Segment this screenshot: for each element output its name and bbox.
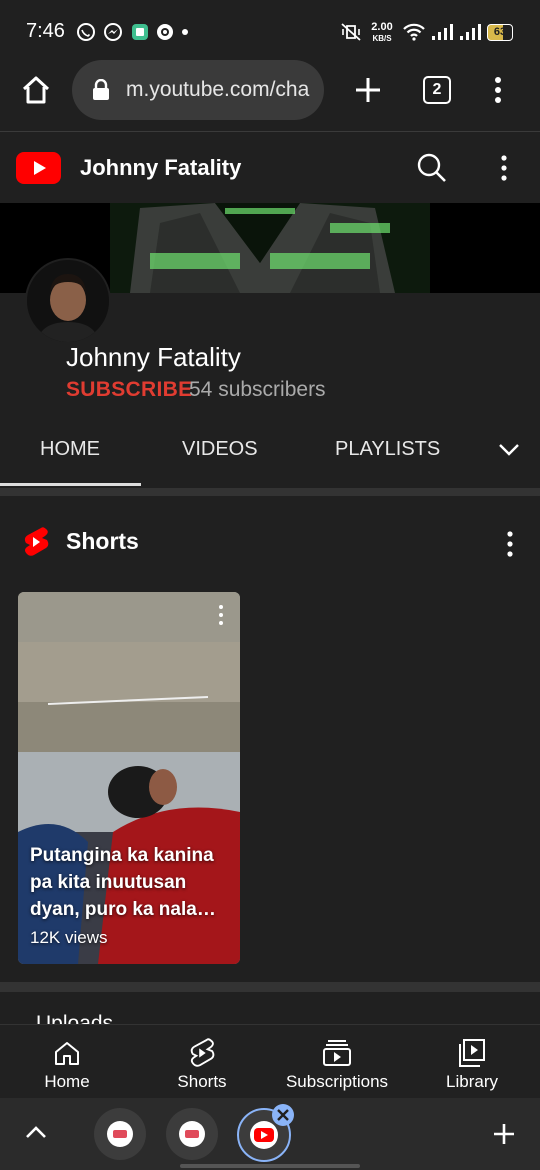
signal-sim2-icon bbox=[460, 24, 481, 40]
subscriber-count: 54 subscribers bbox=[189, 378, 326, 401]
site-favicon-icon bbox=[107, 1121, 133, 1147]
youtube-logo-icon[interactable] bbox=[16, 152, 61, 184]
section-separator bbox=[0, 982, 540, 992]
yt-bottom-nav: Home Shorts Subscriptions Library bbox=[0, 1024, 540, 1099]
avatar-image bbox=[27, 260, 109, 342]
toolbar-divider bbox=[0, 131, 540, 132]
url-bar[interactable]: m.youtube.com/cha bbox=[72, 60, 324, 120]
yt-menu-icon[interactable] bbox=[494, 153, 514, 183]
nav-home[interactable]: Home bbox=[17, 1025, 117, 1099]
nav-subscriptions-label: Subscriptions bbox=[285, 1072, 389, 1091]
nav-subscriptions-icon bbox=[323, 1040, 351, 1066]
network-speed: 2.00 KB/S bbox=[369, 22, 395, 44]
shorts-section-title: Shorts bbox=[66, 528, 139, 554]
home-icon[interactable] bbox=[20, 74, 52, 106]
shorts-section-menu-icon[interactable] bbox=[500, 529, 520, 559]
nav-home-label: Home bbox=[44, 1072, 90, 1091]
tab-home[interactable]: HOME bbox=[40, 438, 100, 461]
shorts-logo-icon bbox=[24, 527, 49, 556]
nav-library-icon bbox=[459, 1039, 485, 1067]
battery-indicator: 63 bbox=[487, 24, 513, 41]
nav-subscriptions[interactable]: Subscriptions bbox=[277, 1025, 397, 1099]
chevron-up-icon[interactable] bbox=[24, 1122, 48, 1142]
tab-playlists[interactable]: PLAYLISTS bbox=[335, 438, 440, 461]
header-channel-title: Johnny Fatality bbox=[80, 155, 242, 180]
signal-sim1-icon bbox=[432, 24, 453, 40]
network-speed-unit: KB/S bbox=[372, 34, 392, 43]
status-time: 7:46 bbox=[26, 20, 65, 42]
camera-app-icon bbox=[157, 24, 173, 40]
section-separator bbox=[0, 488, 540, 496]
nav-shorts-label: Shorts bbox=[177, 1072, 227, 1091]
lock-icon bbox=[93, 79, 109, 100]
close-tab-icon[interactable] bbox=[271, 1103, 295, 1127]
nav-library-label: Library bbox=[446, 1072, 498, 1091]
tab-bubble-1[interactable] bbox=[94, 1108, 146, 1160]
browser-menu-icon[interactable] bbox=[488, 75, 508, 105]
active-tab-indicator bbox=[0, 483, 141, 486]
messenger-icon bbox=[104, 23, 122, 41]
browser-tab-strip bbox=[0, 1098, 540, 1170]
channel-avatar[interactable] bbox=[25, 258, 111, 344]
nav-library[interactable]: Library bbox=[422, 1025, 522, 1099]
short-menu-icon[interactable] bbox=[216, 604, 226, 626]
vibrate-mute-icon bbox=[341, 23, 361, 41]
chevron-down-icon[interactable] bbox=[498, 441, 520, 457]
short-title: Putangina ka kanina pa kita inuutusan dy… bbox=[30, 845, 216, 920]
tab-switcher-button[interactable]: 2 bbox=[423, 76, 451, 104]
nav-shorts-icon bbox=[190, 1038, 215, 1067]
short-video-card[interactable]: Putangina ka kanina pa kita inuutusan dy… bbox=[18, 592, 240, 964]
channel-name: Johnny Fatality bbox=[66, 342, 241, 372]
short-views: 12K views bbox=[30, 928, 108, 947]
home-indicator bbox=[180, 1164, 360, 1168]
wifi-icon bbox=[403, 23, 425, 41]
tab-videos[interactable]: VIDEOS bbox=[182, 438, 258, 461]
network-speed-value: 2.00 bbox=[371, 21, 393, 33]
add-tab-icon[interactable] bbox=[492, 1122, 516, 1146]
nav-shorts[interactable]: Shorts bbox=[152, 1025, 252, 1099]
whatsapp-icon bbox=[77, 23, 95, 41]
search-icon[interactable] bbox=[416, 152, 448, 184]
url-text: m.youtube.com/cha bbox=[126, 78, 310, 101]
nav-home-icon bbox=[55, 1042, 79, 1065]
tab-bubble-2[interactable] bbox=[166, 1108, 218, 1160]
app-notification-icon bbox=[132, 24, 148, 40]
more-notifications-dot bbox=[182, 29, 188, 35]
subscribe-button[interactable]: SUBSCRIBE bbox=[66, 378, 192, 402]
site-favicon-icon bbox=[179, 1121, 205, 1147]
new-tab-icon[interactable] bbox=[354, 76, 382, 104]
